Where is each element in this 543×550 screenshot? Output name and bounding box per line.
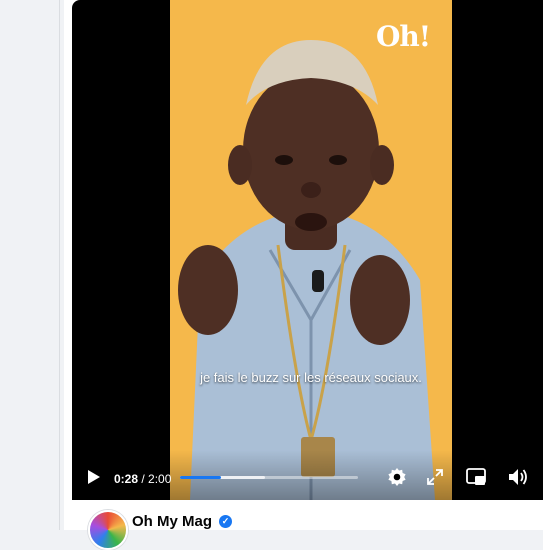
brand-logo: Oh! [375, 20, 431, 53]
gear-icon [387, 467, 407, 492]
pip-button[interactable] [465, 467, 487, 491]
verified-badge-icon: ✓ [219, 515, 232, 528]
play-icon [87, 469, 101, 490]
volume-icon [507, 467, 529, 492]
progress-bar[interactable] [180, 476, 358, 479]
expand-icon [427, 468, 443, 490]
video-frame[interactable]: Oh! je fais le buzz sur les réseaux soci… [170, 0, 452, 500]
left-divider [59, 0, 60, 530]
time-display: 0:28 / 2:00 [114, 470, 171, 488]
time-separator: / [138, 472, 149, 486]
play-button[interactable] [84, 468, 104, 490]
video-person-illustration [178, 40, 435, 500]
settings-button[interactable] [386, 467, 408, 492]
fullscreen-button[interactable] [425, 468, 445, 490]
progress-played [180, 476, 222, 479]
page-avatar[interactable] [88, 510, 128, 550]
video-subtitle: je fais le buzz sur les réseaux sociaux. [200, 370, 422, 385]
left-rail [0, 0, 60, 530]
volume-button[interactable] [507, 468, 529, 490]
current-time: 0:28 [114, 472, 139, 486]
picture-in-picture-icon [466, 467, 486, 491]
page-name-link[interactable]: Oh My Mag [132, 513, 212, 530]
video-player[interactable]: Oh! je fais le buzz sur les réseaux soci… [72, 0, 543, 500]
duration: 2:00 [148, 472, 172, 486]
